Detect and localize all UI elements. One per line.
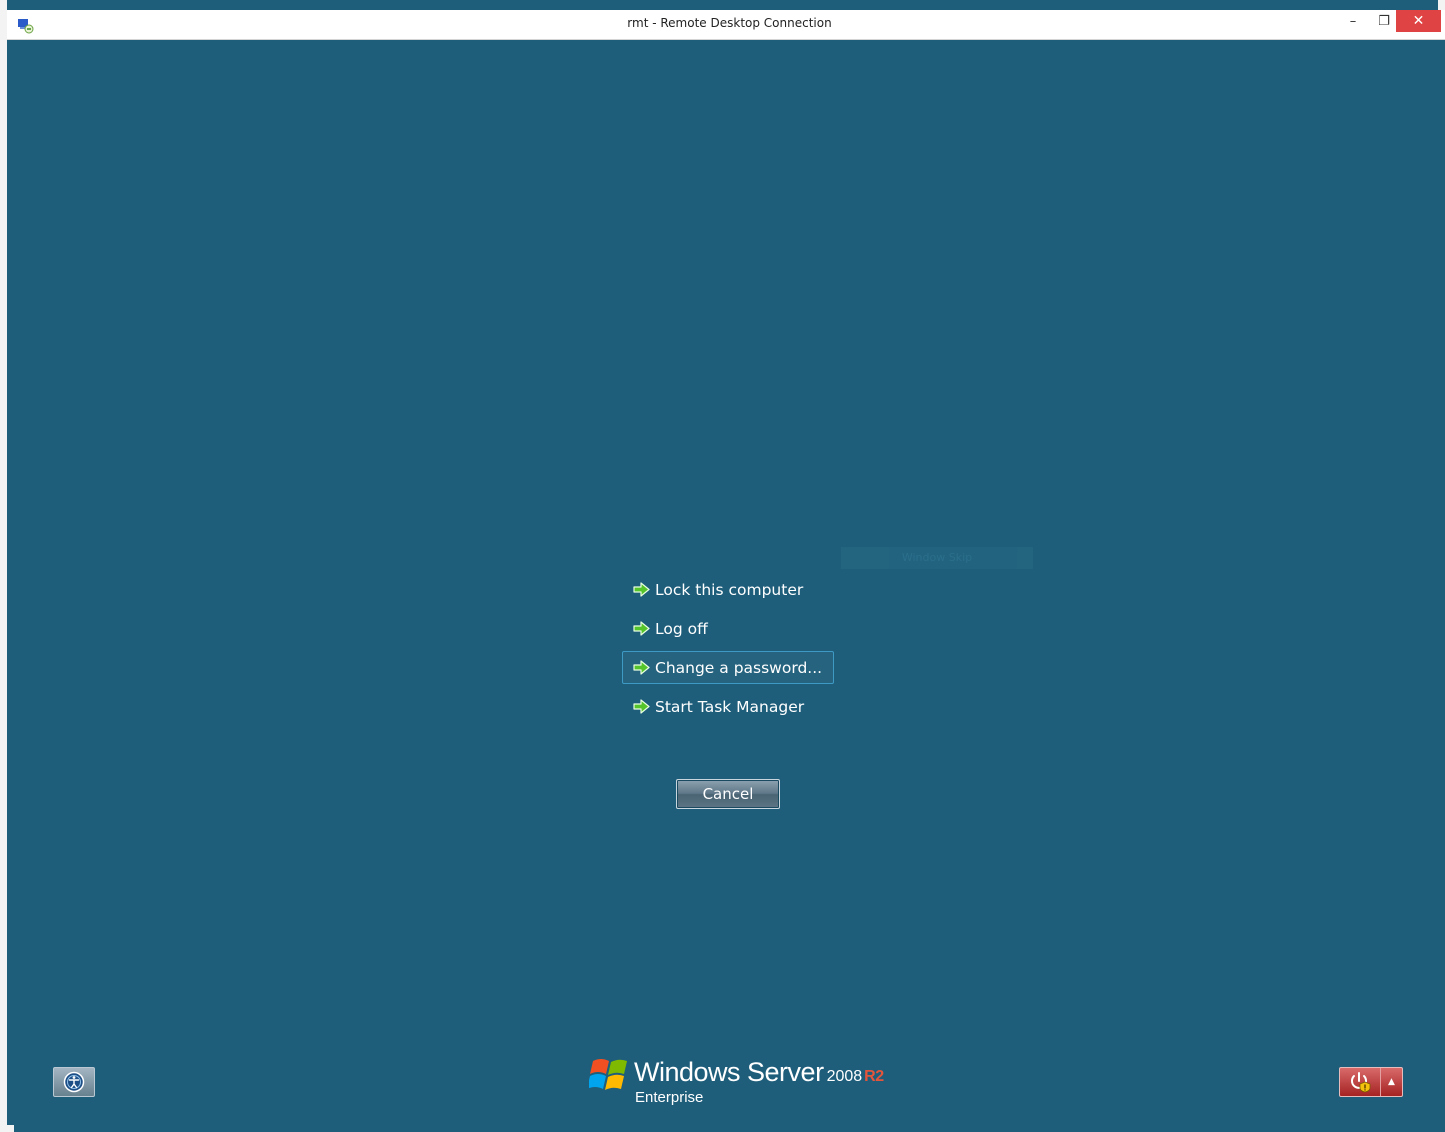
shutdown-options-icon: [1351, 1072, 1371, 1093]
start-task-manager-label: Start Task Manager: [655, 697, 805, 716]
green-arrow-icon: [633, 582, 650, 597]
secure-desktop: Window Skip Lock this computer Log off C…: [14, 40, 1445, 1132]
lock-computer-label: Lock this computer: [655, 580, 804, 599]
cancel-button[interactable]: Cancel: [676, 779, 780, 809]
restore-button[interactable]: ❐: [1369, 10, 1399, 32]
log-off-label: Log off: [655, 619, 708, 638]
shutdown-menu-arrow[interactable]: ▲: [1381, 1077, 1402, 1087]
green-arrow-icon: [633, 699, 650, 714]
product-release: R2: [864, 1068, 884, 1085]
product-name: Windows Server 2008 R2: [634, 1057, 884, 1088]
change-password-option[interactable]: Change a password...: [622, 651, 834, 684]
remote-desktop-window: rmt - Remote Desktop Connection – ❐ ✕ Wi…: [0, 0, 1445, 1132]
minimize-button[interactable]: –: [1338, 10, 1368, 32]
product-edition: Enterprise: [635, 1089, 704, 1106]
product-title: Windows Server: [634, 1057, 824, 1087]
close-button[interactable]: ✕: [1396, 10, 1441, 32]
security-options-menu: Lock this computer Log off Change a pass…: [622, 573, 834, 729]
green-arrow-icon: [633, 660, 650, 675]
start-task-manager-option[interactable]: Start Task Manager: [622, 690, 834, 723]
windows-flag-logo: [589, 1059, 627, 1090]
window-title: rmt - Remote Desktop Connection: [627, 16, 832, 30]
ease-of-access-button[interactable]: [53, 1067, 95, 1097]
lock-computer-option[interactable]: Lock this computer: [622, 573, 834, 606]
shutdown-button[interactable]: ▲: [1339, 1067, 1403, 1097]
ease-of-access-icon: [63, 1071, 85, 1093]
faint-background-banner: Window Skip: [841, 547, 1033, 569]
green-arrow-icon: [633, 621, 650, 636]
shutdown-main[interactable]: [1340, 1068, 1381, 1096]
log-off-option[interactable]: Log off: [622, 612, 834, 645]
product-version: 2008: [826, 1068, 863, 1085]
change-password-label: Change a password...: [655, 658, 823, 677]
windows-server-branding: Windows Server 2008 R2 Enterprise: [589, 1053, 889, 1109]
title-bar[interactable]: rmt - Remote Desktop Connection – ❐ ✕: [7, 10, 1445, 40]
